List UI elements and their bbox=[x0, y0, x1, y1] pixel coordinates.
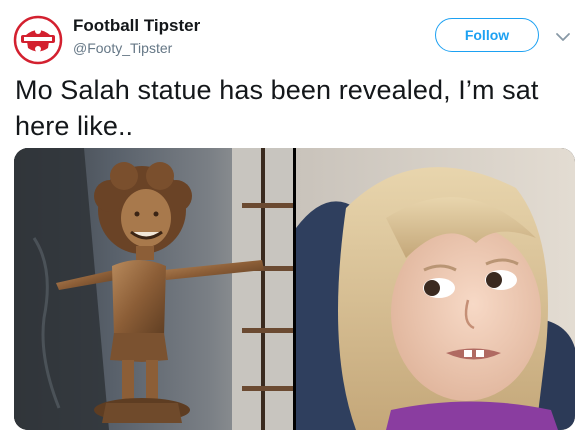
author-handle[interactable]: @Footy_Tipster bbox=[73, 40, 172, 56]
football-tipster-logo-icon bbox=[13, 15, 63, 65]
photo-salah-statue[interactable] bbox=[14, 148, 293, 430]
chevron-down-icon bbox=[556, 33, 570, 41]
tweet-card: Football Tipster @Footy_Tipster Follow M… bbox=[0, 0, 586, 436]
author-avatar[interactable] bbox=[13, 15, 63, 65]
tweet-menu-button[interactable] bbox=[553, 27, 573, 47]
author-display-name[interactable]: Football Tipster bbox=[73, 16, 200, 36]
salah-statue-photo bbox=[14, 148, 293, 430]
follow-button[interactable]: Follow bbox=[435, 18, 539, 52]
tweet-text: Mo Salah statue has been revealed, I’m s… bbox=[15, 75, 539, 141]
side-eye-girl-photo bbox=[296, 148, 575, 430]
tweet-media bbox=[14, 148, 575, 430]
photo-side-eye-girl[interactable] bbox=[296, 148, 575, 430]
